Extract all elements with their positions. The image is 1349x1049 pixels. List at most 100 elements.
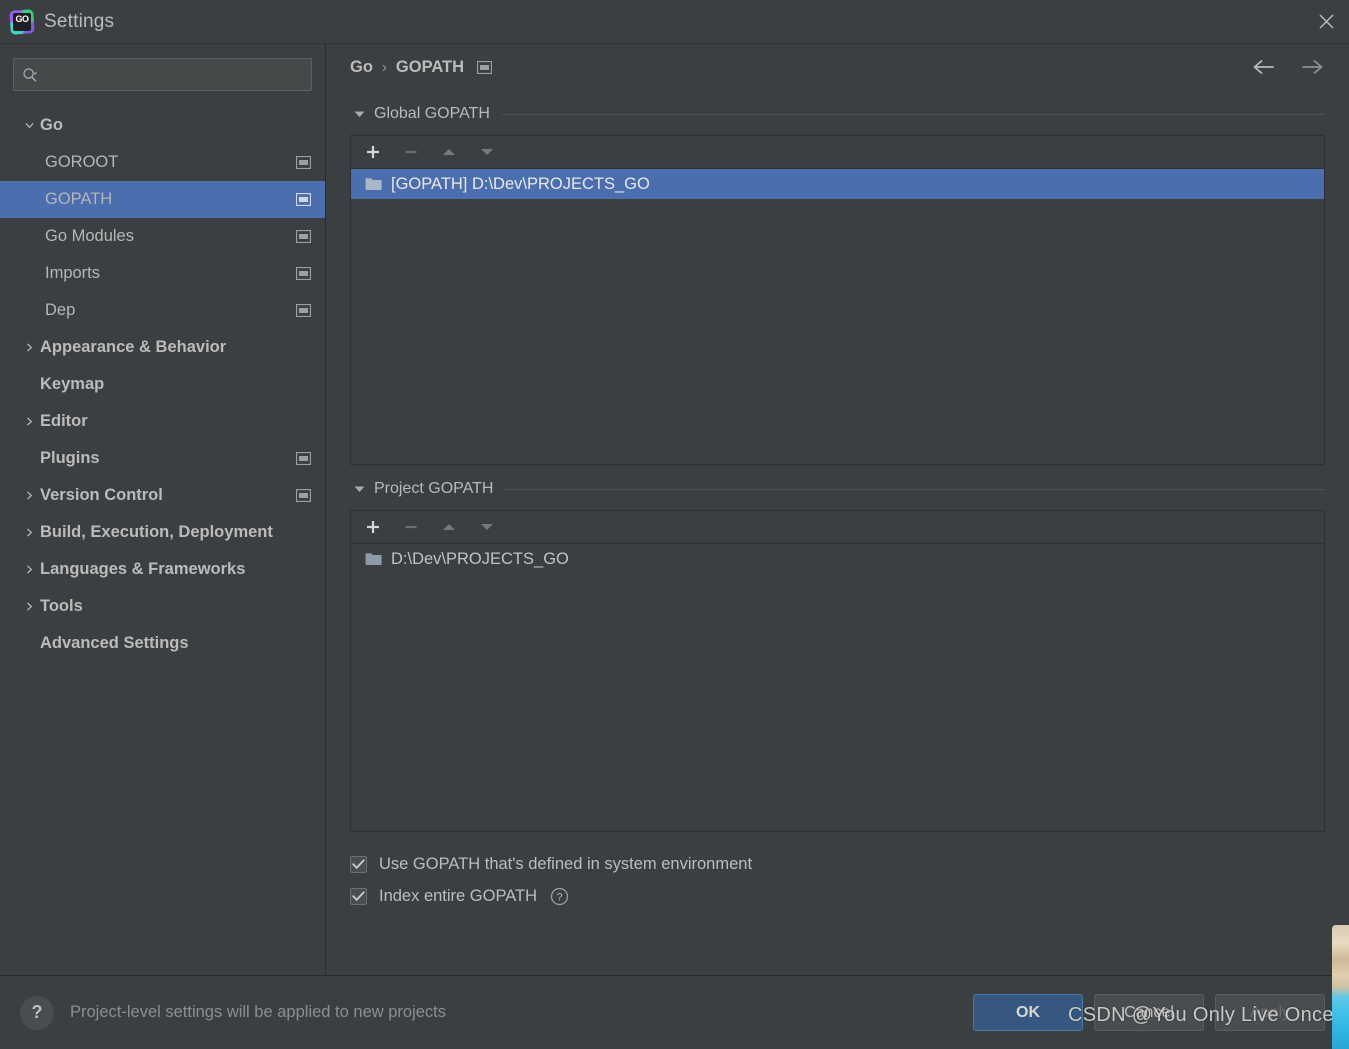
title-bar: GO Settings [0,0,1349,44]
list-item[interactable]: D:\Dev\PROJECTS_GO [351,544,1324,574]
sidebar-item-label: Advanced Settings [40,634,189,652]
settings-dialog: GO Settings Go GOROOT GOPATH Go Modules … [0,0,1349,1049]
help-circle-icon[interactable]: ? [550,887,569,906]
chevron-right-icon[interactable] [18,416,40,427]
gopath-options: Use GOPATH that's defined in system envi… [350,848,1325,912]
sidebar-item-label: Build, Execution, Deployment [40,523,273,541]
project-level-badge-icon [296,452,311,465]
remove-path-button[interactable] [400,141,422,163]
sidebar-item-label: Languages & Frameworks [40,560,246,578]
global-gopath-list[interactable]: [GOPATH] D:\Dev\PROJECTS_GO [351,169,1324,464]
index-entire-gopath-checkbox-row[interactable]: Index entire GOPATH ? [350,880,1325,912]
sidebar-item-advanced-settings[interactable]: Advanced Settings [0,625,325,662]
chevron-right-icon[interactable] [18,490,40,501]
checkbox-label: Index entire GOPATH [379,886,538,905]
remove-path-button[interactable] [400,516,422,538]
sidebar-item-gopath[interactable]: GOPATH [0,181,325,218]
close-icon[interactable] [1303,0,1349,43]
sidebar-item-imports[interactable]: Imports [0,255,325,292]
arrow-right-icon[interactable] [1297,53,1325,81]
apply-button[interactable]: Apply [1215,994,1325,1031]
question-mark-icon[interactable]: ? [20,995,54,1030]
dialog-footer: ? Project-level settings will be applied… [0,975,1349,1049]
sidebar-item-plugins[interactable]: Plugins [0,440,325,477]
sidebar-item-label: Go Modules [45,227,134,245]
chevron-right-icon[interactable] [18,564,40,575]
project-gopath-panel: D:\Dev\PROJECTS_GO [350,510,1325,832]
triangle-down-icon[interactable] [350,485,368,493]
checkbox-label: Use GOPATH that's defined in system envi… [379,854,753,873]
search-input[interactable] [42,65,303,84]
add-path-button[interactable] [362,516,384,538]
sidebar-item-label: Plugins [40,449,100,467]
add-path-button[interactable] [362,141,384,163]
sidebar-item-label: GOPATH [45,190,113,208]
folder-icon [365,552,382,566]
triangle-down-icon[interactable] [350,110,368,118]
chevron-down-icon[interactable] [18,120,40,131]
sidebar-item-appearance-behavior[interactable]: Appearance & Behavior [0,329,325,366]
svg-text:?: ? [556,891,562,903]
sidebar-item-label: Imports [45,264,101,282]
footer-note: Project-level settings will be applied t… [70,1003,447,1021]
sidebar-item-label: Tools [40,597,83,615]
project-gopath-toolbar [351,511,1324,544]
global-gopath-title: Global GOPATH [374,105,490,122]
global-gopath-header[interactable]: Global GOPATH [350,100,1325,128]
move-up-button[interactable] [438,516,460,538]
settings-main-panel: Go › GOPATH Global GOPATH [GOPATH] D:\De… [326,44,1349,975]
goland-logo-icon: GO [8,8,36,36]
project-level-badge-icon [296,489,311,502]
sidebar-item-languages-frameworks[interactable]: Languages & Frameworks [0,551,325,588]
project-level-badge-icon [296,304,311,317]
project-level-badge-icon [296,267,311,280]
project-level-badge-icon [477,60,493,74]
checkbox-checked-icon[interactable] [350,887,367,905]
sidebar-item-label: Appearance & Behavior [40,338,227,356]
move-down-button[interactable] [476,516,498,538]
chevron-right-icon[interactable] [18,342,40,353]
project-gopath-list[interactable]: D:\Dev\PROJECTS_GO [351,544,1324,831]
list-item-text: D:\Dev\PROJECTS_GO [391,549,569,568]
sidebar-item-label: Dep [45,301,76,319]
search-icon [23,67,38,82]
sidebar-item-label: Go [40,116,63,134]
sidebar-item-editor[interactable]: Editor [0,403,325,440]
sidebar-item-go[interactable]: Go [0,107,325,144]
dialog-body: Go GOROOT GOPATH Go Modules Imports Dep … [0,44,1349,975]
project-gopath-title: Project GOPATH [374,480,494,497]
use-system-gopath-checkbox-row[interactable]: Use GOPATH that's defined in system envi… [350,848,1325,880]
sidebar-item-go-modules[interactable]: Go Modules [0,218,325,255]
background-image-sliver [1332,925,1349,1049]
move-down-button[interactable] [476,141,498,163]
sidebar-item-dep[interactable]: Dep [0,292,325,329]
history-navigation [1251,44,1325,90]
cancel-button[interactable]: Cancel [1094,994,1204,1031]
checkbox-checked-icon[interactable] [350,855,367,873]
project-level-badge-icon [296,230,311,243]
global-gopath-toolbar [351,136,1324,169]
breadcrumb-root[interactable]: Go [350,58,373,77]
sidebar-item-keymap[interactable]: Keymap [0,366,325,403]
breadcrumb-separator: › [381,58,387,76]
sidebar-item-tools[interactable]: Tools [0,588,325,625]
sidebar-item-label: GOROOT [45,153,119,171]
arrow-left-icon[interactable] [1251,53,1279,81]
move-up-button[interactable] [438,141,460,163]
sidebar-item-goroot[interactable]: GOROOT [0,144,325,181]
search-box[interactable] [13,58,312,91]
sidebar-item-label: Editor [40,412,88,430]
list-item[interactable]: [GOPATH] D:\Dev\PROJECTS_GO [351,169,1324,199]
sidebar-item-label: Keymap [40,375,105,393]
sidebar-search [0,58,325,105]
sidebar-item-build-execution-deployment[interactable]: Build, Execution, Deployment [0,514,325,551]
folder-icon [365,177,382,191]
chevron-right-icon[interactable] [18,527,40,538]
ok-button[interactable]: OK [973,994,1083,1031]
divider [501,113,1325,115]
window-title: Settings [44,10,115,32]
chevron-right-icon[interactable] [18,601,40,612]
sidebar-item-label: Version Control [40,486,163,504]
project-gopath-header[interactable]: Project GOPATH [350,475,1325,503]
sidebar-item-version-control[interactable]: Version Control [0,477,325,514]
